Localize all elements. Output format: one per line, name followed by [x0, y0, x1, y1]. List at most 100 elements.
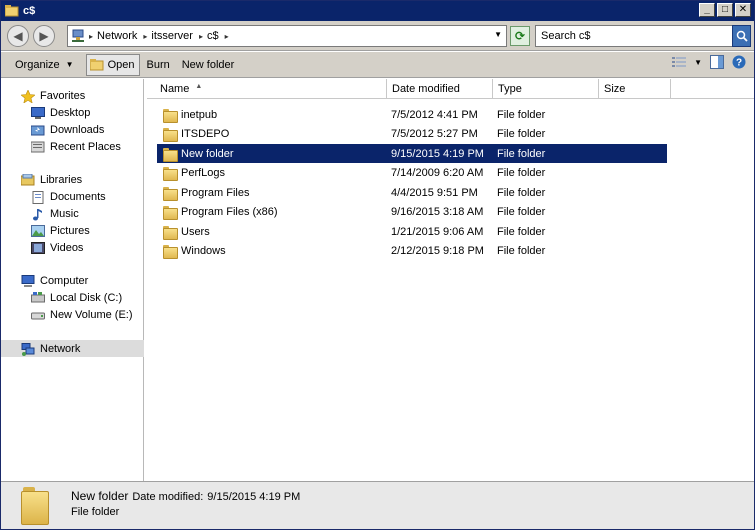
breadcrumb-label: Network [97, 30, 138, 42]
nav-pictures[interactable]: Pictures [1, 222, 144, 239]
search-icon [736, 30, 748, 42]
table-row[interactable]: Program Files (x86) 9/16/2015 3:18 AM File… [157, 203, 667, 222]
explorer-window: c$ _ □ ✕ ◀ ▶ ▸ Network ▸ itsserver ▸ c$ … [0, 0, 755, 530]
table-row[interactable]: New folder 9/15/2015 4:19 PM File folder [157, 144, 667, 163]
burn-label: Burn [146, 58, 170, 71]
window-controls: _ □ ✕ [699, 3, 751, 17]
column-type[interactable]: Type [493, 79, 599, 99]
file-name: Program Files [181, 186, 250, 199]
breadcrumb-chevron-icon[interactable]: ▸ [89, 32, 93, 41]
desktop-icon [31, 106, 45, 119]
help-icon[interactable]: ? [732, 55, 746, 69]
folder-icon [163, 128, 178, 142]
cell-name: Users [163, 222, 210, 241]
nav-documents[interactable]: Documents [1, 188, 144, 205]
folder-icon [163, 225, 178, 240]
folder-icon [163, 147, 178, 162]
table-row[interactable]: inetpub 7/5/2012 4:41 PM File folder [157, 105, 667, 124]
forward-button[interactable]: ▶ [33, 25, 55, 47]
forward-arrow-icon: ▶ [39, 29, 49, 43]
nav-libraries[interactable]: Libraries [1, 171, 144, 188]
cell-type: File folder [497, 245, 546, 257]
details-type: File folder [71, 506, 120, 518]
breadcrumb-cshare[interactable]: c$ [207, 30, 219, 42]
breadcrumb-chevron-icon[interactable]: ▸ [225, 32, 229, 41]
column-name[interactable]: Name ▲ [155, 79, 387, 99]
nav-favorites[interactable]: Favorites [1, 87, 144, 104]
music-icon [31, 208, 45, 220]
nav-recent-places[interactable]: Recent Places [1, 138, 144, 155]
back-button[interactable]: ◀ [7, 25, 29, 47]
table-row[interactable]: Program Files 4/4/2015 9:51 PM File folder [157, 183, 667, 202]
nav-downloads[interactable]: Downloads [1, 121, 144, 138]
folder-icon [163, 186, 178, 201]
cell-date-modified: 9/15/2015 4:19 PM [391, 147, 484, 160]
column-date-modified[interactable]: Date modified [387, 79, 493, 99]
nav-videos[interactable]: Videos [1, 239, 144, 256]
cell-type: File folder [497, 225, 546, 238]
nav-desktop[interactable]: Desktop [1, 104, 144, 121]
cell-type: File folder [497, 108, 546, 121]
minimize-button[interactable]: _ [699, 3, 715, 17]
cell-name: New folder [163, 144, 234, 163]
navigation-pane: Favorites Desktop Downloads Recent Place… [1, 79, 144, 481]
nav-music[interactable]: Music [1, 205, 144, 222]
breadcrumb-network[interactable]: Network [97, 30, 137, 42]
nav-label: Local Disk (C:) [50, 291, 123, 304]
open-button[interactable]: Open [85, 53, 141, 76]
nav-label: Pictures [50, 224, 90, 237]
search-input[interactable]: Search c$ [535, 25, 733, 47]
star-icon [20, 88, 36, 104]
nav-new-volume-e[interactable]: New Volume (E:) [1, 306, 144, 323]
cell-name: ITSDEPO [163, 125, 229, 144]
details-date-value: 9/15/2015 4:19 PM [207, 491, 301, 503]
folder-icon [163, 245, 178, 259]
refresh-button[interactable]: ⟳ [510, 26, 530, 46]
nav-label: Favorites [40, 89, 86, 102]
computer-icon [21, 274, 35, 287]
new-folder-button[interactable]: New folder [176, 54, 241, 76]
drive-icon [31, 291, 45, 304]
organize-label: Organize [15, 58, 60, 71]
table-row[interactable]: ITSDEPO 7/5/2012 5:27 PM File folder [157, 125, 667, 144]
organize-button[interactable]: Organize ▼ [9, 54, 80, 76]
nav-label: Music [50, 207, 79, 220]
table-row[interactable]: Windows 2/12/2015 9:18 PM File folder [157, 242, 667, 261]
new-folder-label: New folder [181, 58, 235, 71]
search-button[interactable] [732, 25, 751, 47]
close-button[interactable]: ✕ [735, 3, 751, 17]
view-options-chevron-icon[interactable]: ▼ [694, 58, 702, 67]
breadcrumb-label: itsserver [151, 30, 193, 42]
change-view-icon[interactable] [672, 56, 687, 68]
back-arrow-icon: ◀ [13, 29, 23, 43]
column-size[interactable]: Size [599, 79, 671, 99]
nav-network[interactable]: Network [1, 340, 144, 357]
cell-name: Program Files [163, 183, 249, 202]
nav-label: Videos [50, 241, 84, 254]
cell-date-modified: 7/5/2012 4:41 PM [391, 108, 478, 121]
burn-button[interactable]: Burn [140, 54, 175, 76]
details-line-1: New folder Date modified: 9/15/2015 4:19… [71, 489, 300, 503]
address-bar[interactable]: ▸ Network ▸ itsserver ▸ c$ ▸ ▼ [67, 25, 507, 47]
preview-pane-icon[interactable] [710, 55, 724, 69]
libraries-icon [20, 173, 35, 186]
open-label: Open [107, 58, 135, 71]
address-history-dropdown-icon[interactable]: ▼ [494, 30, 502, 39]
details-date-label: Date modified: [132, 491, 204, 503]
toolbar-right-group: ▼ ? [672, 55, 746, 69]
breadcrumb-chevron-icon[interactable]: ▸ [199, 32, 203, 41]
refresh-icon: ⟳ [514, 29, 526, 43]
table-row[interactable]: PerfLogs 7/14/2009 6:20 AM File folder [157, 164, 667, 183]
cell-type: File folder [497, 167, 546, 179]
file-name: PerfLogs [181, 167, 226, 179]
nav-local-disk-c[interactable]: Local Disk (C:) [1, 289, 144, 306]
table-row[interactable]: Users 1/21/2015 9:06 AM File folder [157, 222, 667, 241]
nav-computer[interactable]: Computer [1, 272, 144, 289]
breadcrumb-itsserver[interactable]: itsserver [151, 30, 193, 42]
folder-icon [163, 108, 178, 123]
maximize-button[interactable]: □ [717, 3, 733, 17]
breadcrumb-chevron-icon[interactable]: ▸ [143, 32, 147, 41]
details-name: New folder [71, 489, 129, 503]
cell-type: File folder [497, 206, 546, 218]
title-bar[interactable]: c$ _ □ ✕ [1, 1, 754, 21]
